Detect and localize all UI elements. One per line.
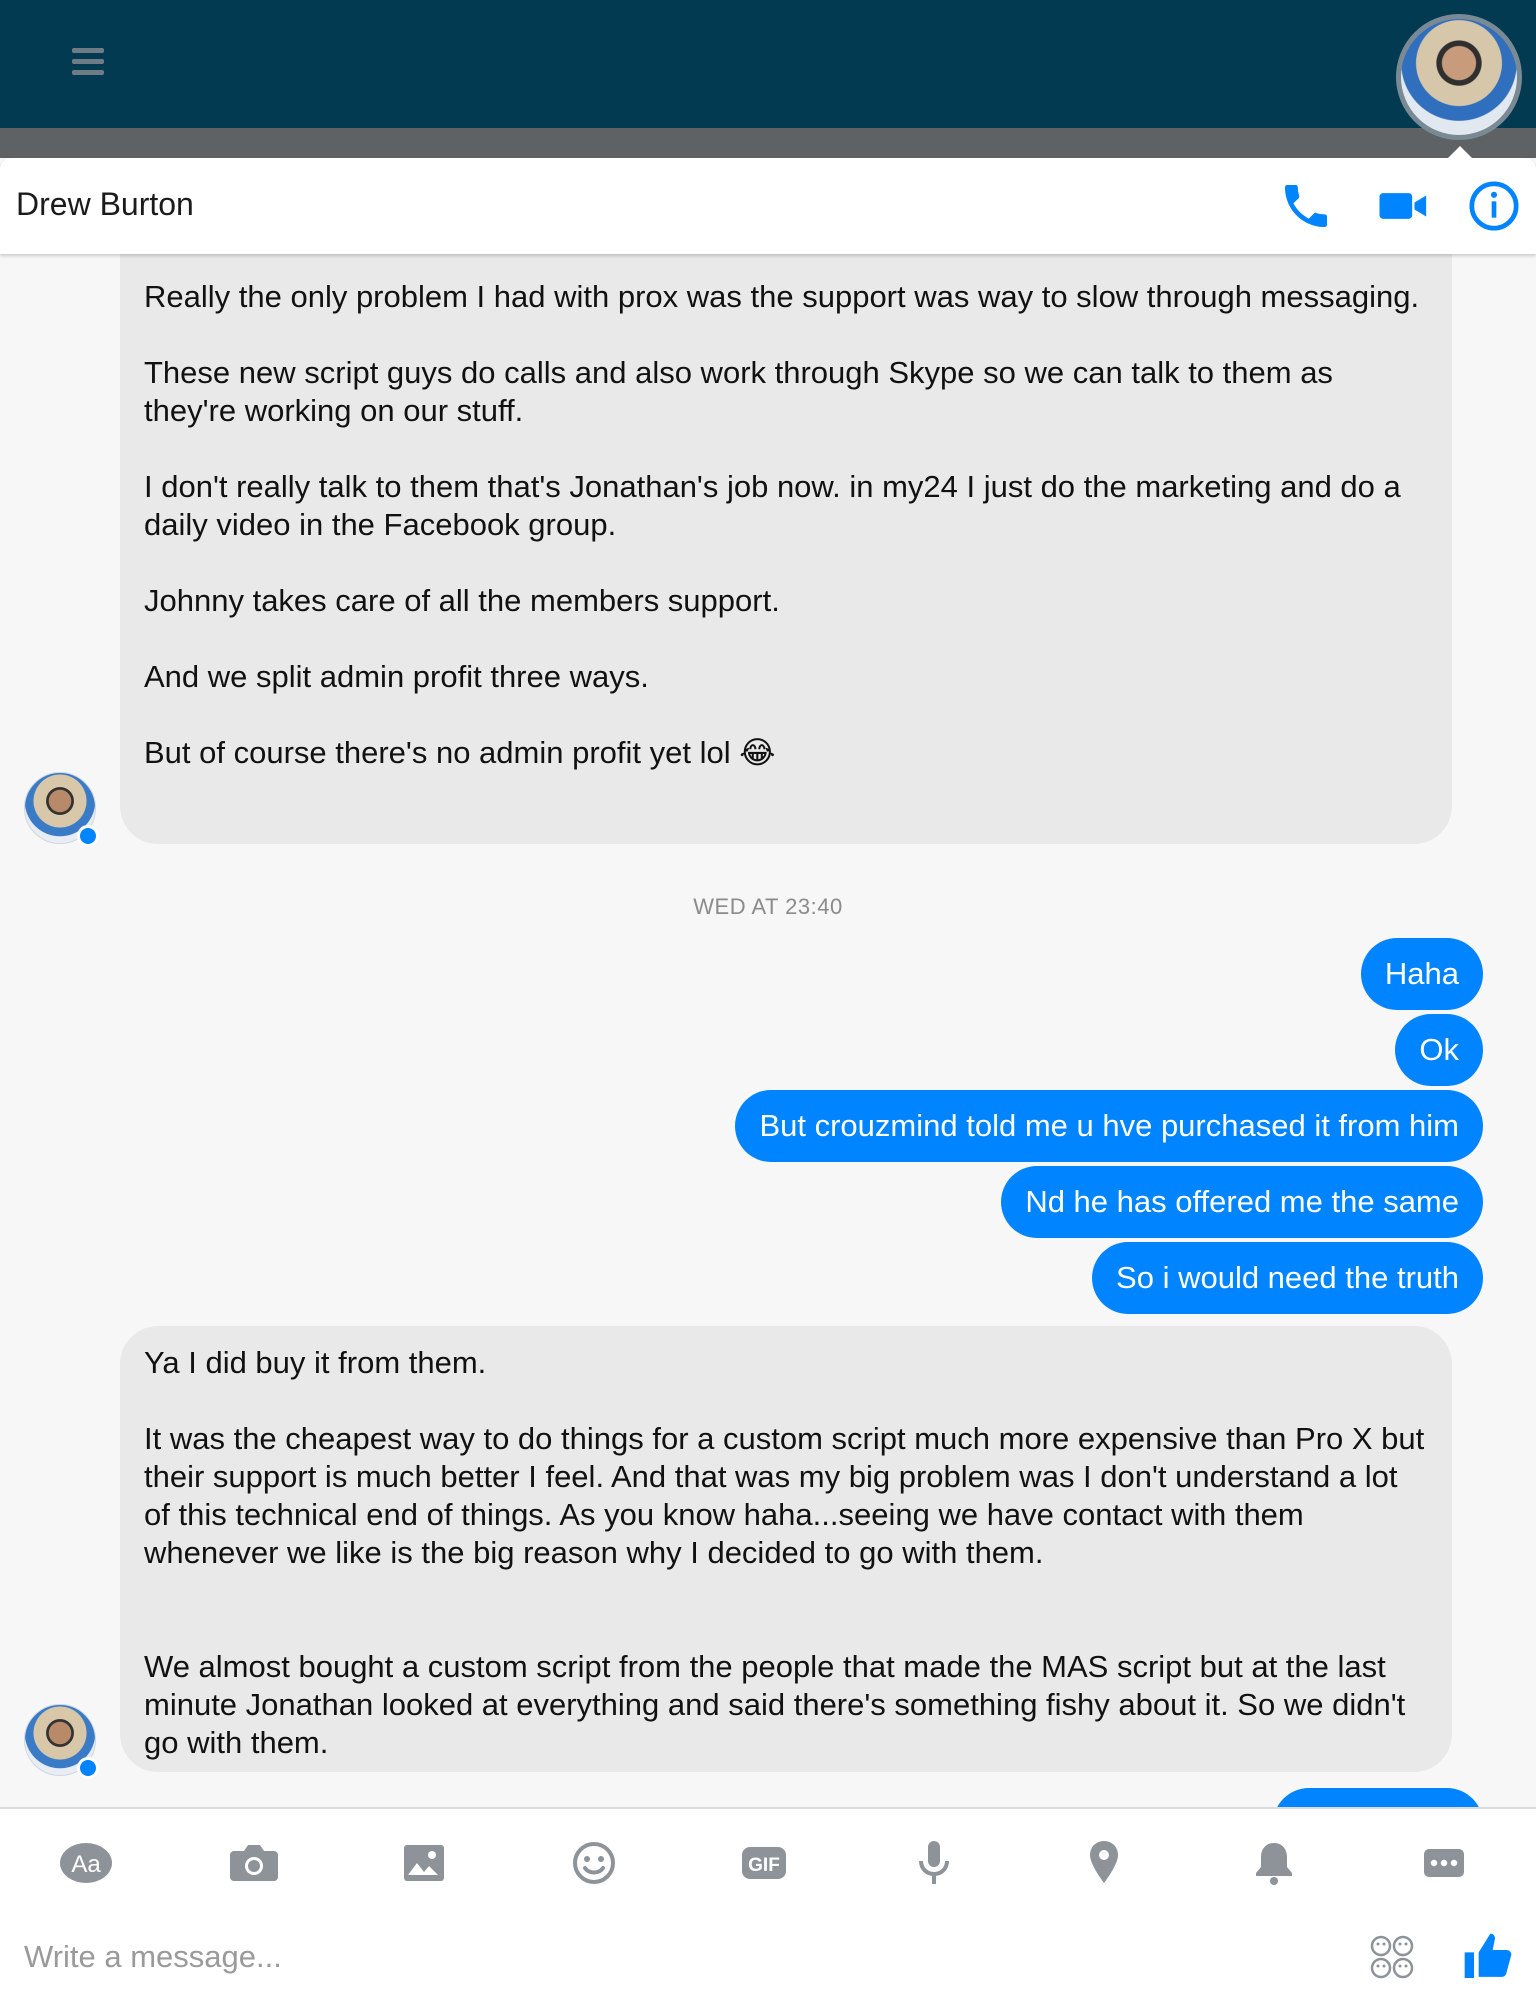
message-line (144, 1572, 1428, 1610)
phone-icon[interactable] (1278, 178, 1334, 234)
messenger-badge-icon (77, 825, 99, 847)
sender-avatar[interactable] (24, 772, 99, 847)
incoming-message-bubble: Really the only problem I had with prox … (120, 254, 1452, 844)
gif-label: GIF (748, 1855, 780, 1876)
top-app-bar (0, 0, 1536, 128)
outgoing-message-bubble: Ok (1395, 1014, 1483, 1086)
location-pin-icon[interactable] (1072, 1831, 1136, 1895)
incoming-message-bubble: Ya I did buy it from them. It was the ch… (120, 1326, 1452, 1772)
background-dim (0, 128, 1536, 158)
message-line: I don't really talk to them that's Jonat… (144, 469, 1401, 542)
chat-head-avatar[interactable] (1396, 14, 1522, 140)
outgoing-message-bubble: Nd he has offered me the same (1001, 1166, 1483, 1238)
message-line: We almost bought a custom script from th… (144, 1649, 1406, 1760)
text-format-label: Aa (71, 1851, 101, 1878)
message-input[interactable] (24, 1927, 1324, 1987)
sender-avatar[interactable] (24, 1704, 99, 1779)
info-icon[interactable] (1466, 178, 1522, 234)
message-line (144, 1610, 1428, 1648)
more-icon[interactable] (1412, 1831, 1476, 1895)
message-line (144, 1382, 1428, 1420)
message-timestamp: WED AT 23:40 (693, 894, 843, 919)
message-line (144, 620, 1428, 658)
hamburger-menu-icon[interactable] (72, 48, 104, 78)
message-line: Johnny takes care of all the members sup… (144, 583, 780, 618)
message-thread[interactable]: Really the only problem I had with prox … (0, 254, 1536, 1807)
contact-name[interactable]: Drew Burton (16, 186, 194, 223)
message-line: Ya I did buy it from them. (144, 1345, 487, 1380)
message-line: And we split admin profit three ways. (144, 659, 649, 694)
sticker-icon[interactable] (1368, 1933, 1416, 1981)
video-camera-icon[interactable] (1376, 178, 1432, 234)
message-line: It was the cheapest way to do things for… (144, 1421, 1425, 1570)
outgoing-message-bubble: Haha (1360, 938, 1483, 1010)
image-icon[interactable] (392, 1831, 456, 1895)
gif-icon[interactable]: GIF (732, 1831, 796, 1895)
like-icon[interactable] (1460, 1929, 1516, 1985)
message-line (144, 316, 1428, 354)
outgoing-message-bubble-partial (1273, 1788, 1483, 1807)
message-line (144, 696, 1428, 734)
message-line: Really the only problem I had with prox … (144, 279, 1420, 314)
microphone-icon[interactable] (902, 1831, 966, 1895)
messenger-badge-icon (77, 1757, 99, 1779)
message-line (144, 430, 1428, 468)
bell-icon[interactable] (1242, 1831, 1306, 1895)
conversation-header: Drew Burton (0, 158, 1536, 254)
outgoing-message-bubble: But crouzmind told me u hve purchased it… (735, 1090, 1483, 1162)
message-line: But of course there's no admin profit ye… (144, 735, 776, 770)
message-composer: Aa GIF (0, 1807, 1536, 1999)
camera-icon[interactable] (222, 1831, 286, 1895)
message-line (144, 544, 1428, 582)
text-format-icon[interactable]: Aa (54, 1831, 118, 1895)
outgoing-message-bubble: So i would need the truth (1092, 1242, 1483, 1314)
emoji-icon[interactable] (562, 1831, 626, 1895)
message-line: These new script guys do calls and also … (144, 355, 1333, 428)
